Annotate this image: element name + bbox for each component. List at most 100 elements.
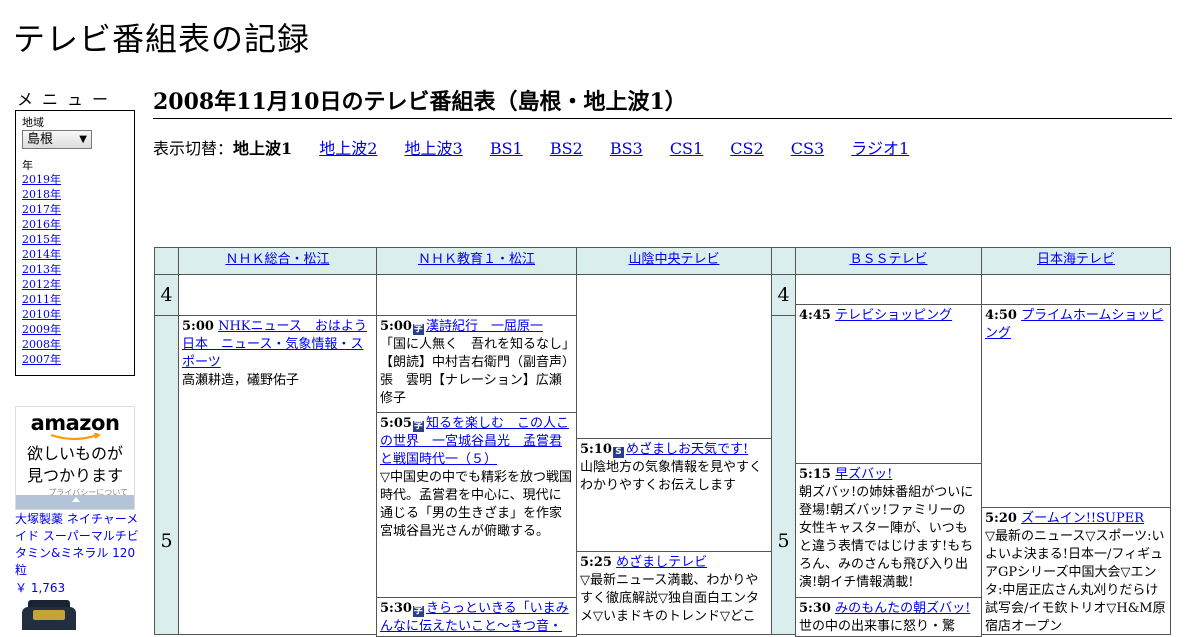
switch-link-bs2[interactable]: BS2 [550,139,583,158]
year-link-2007[interactable]: 2007年 [22,353,61,366]
menu-heading: メニュー [17,90,118,109]
program-title-link[interactable]: ズームイン!!SUPER [1021,511,1144,526]
ad-copy-line2: 見つかります [26,466,123,485]
year-link-2017[interactable]: 2017年 [22,203,61,216]
program-title-link[interactable]: 漢詩紀行 一屈原一 [426,319,543,334]
empty-slot [981,274,1171,305]
program-cell: 5:30 字きらっといきる「いまみんなに伝えたいこと～きつ音・ [376,597,577,637]
amazon-ad-banner[interactable]: amazon 欲しいものが 見つかります プライバシーについて [15,406,135,510]
year-link-2010[interactable]: 2010年 [22,308,61,321]
program-cell: 4:50 プライムホームショッピング [981,304,1171,508]
program-time: 4:50 [985,308,1017,323]
channel-link-nhk1[interactable]: ＮＨＫ総合・松江 [225,252,329,267]
year-link-2014[interactable]: 2014年 [22,248,61,261]
year-link-2018[interactable]: 2018年 [22,188,61,201]
view-switch-bar: 表示切替：地上波1 地上波2 地上波3 BS1 BS2 BS3 CS1 CS2 … [153,135,909,159]
ad-product-link[interactable]: 大塚製薬 ネイチャーメイド スーパーマルチビタミン&ミネラル 120粒 [15,511,145,579]
switch-label: 表示切替： [153,139,234,158]
switch-link-terrestrial3[interactable]: 地上波3 [405,139,463,158]
channel-link-etv[interactable]: ＮＨＫ教育１・松江 [418,252,535,267]
empty-slot [178,274,377,316]
chevron-up-icon [72,497,80,502]
program-cell: 5:25 めざましテレビ ▽最新ニュース満載、わかりやすく徹底解説▽独自面白エン… [576,551,772,635]
program-desc: 山陰地方の気象情報を見やすくわかりやすくお伝えします [580,460,763,493]
site-title: テレビ番組表の記録 [13,20,311,58]
program-cell: 5:10 S めざましお天気です! 山陰地方の気象情報を見やすくわかりやすくお伝えし… [576,438,772,552]
year-label: 年 [22,159,33,172]
program-time: 4:45 [799,308,831,323]
program-desc: 高瀬耕造，礒野佑子 [182,373,300,388]
program-desc: ▽中国史の中でも精彩を放つ戦国時代。孟嘗君を中心に、現代に通じる「男の生きざま」… [380,470,572,539]
program-cell: 5:20 ズームイン!!SUPER ▽最新のニュース▽スポーツ:いよいよ決まる!… [981,507,1171,635]
program-title-link[interactable]: テレビショッピング [835,308,952,323]
program-title-link[interactable]: めざましテレビ [616,555,707,570]
channel-link-tsk[interactable]: 山陰中央テレビ [628,252,719,267]
program-time: 5:30 [799,601,831,616]
hour-cell-5: 5 [154,315,179,635]
channel-header: ＢＳＳテレビ [795,247,982,275]
switch-link-terrestrial2[interactable]: 地上波2 [319,139,377,158]
year-link-2016[interactable]: 2016年 [22,218,61,231]
ad-product-price: ￥ 1,763 [15,581,66,595]
ad-copy: 欲しいものが 見つかります [16,443,134,487]
subtitle-badge-icon: 字 [412,421,424,432]
ad-scroll-bar[interactable] [16,495,134,509]
subtitle-badge-icon: 字 [412,606,424,617]
program-title-link[interactable]: めざましお天気です! [626,442,748,457]
program-time: 5:20 [985,511,1017,526]
year-link-2012[interactable]: 2012年 [22,278,61,291]
switch-current: 地上波1 [233,139,293,158]
switch-link-bs3[interactable]: BS3 [610,139,643,158]
hour-cell-4: 4 [771,274,796,316]
program-time: 5:15 [799,467,831,482]
program-title-link[interactable]: 早ズバッ! [835,467,892,482]
menu-box: 地域 島根 ▼ 年 2019年 2018年 2017年 2016年 2015年 … [15,110,135,376]
program-time: 5:05 [380,416,412,431]
program-desc: 「国に人無く 吾れを知るなし」 【朗読】中村吉右衛門（副音声）張 雲明【ナレーシ… [380,337,576,406]
channel-header: ＮＨＫ総合・松江 [178,247,377,275]
program-desc: 世の中の出来事に怒り・驚 [799,619,956,634]
switch-link-cs3[interactable]: CS3 [791,139,824,158]
program-title-link[interactable]: みのもんたの朝ズバッ! [835,601,970,616]
region-select[interactable]: 島根 ▼ [22,130,92,149]
product-bottle-image[interactable] [22,600,76,630]
program-cell: 4:45 テレビショッピング [795,304,982,464]
switch-link-cs2[interactable]: CS2 [730,139,763,158]
program-cell: 5:00 字漢詩紀行 一屈原一 「国に人無く 吾れを知るなし」 【朗読】中村吉右衛… [376,315,577,413]
year-link-2011[interactable]: 2011年 [22,293,61,306]
program-time: 5:00 [380,319,412,334]
chevron-down-icon: ▼ [79,134,87,145]
switch-link-bs1[interactable]: BS1 [490,139,523,158]
program-time: 5:30 [380,601,412,616]
program-cell: 5:00 NHKニュース おはよう日本 ニュース・気象情報・スポーツ 高瀬耕造，… [178,315,377,635]
bottle-label [33,610,65,620]
region-label: 地域 [22,116,44,129]
year-link-2015[interactable]: 2015年 [22,233,61,246]
hour-cell-5: 5 [771,315,796,635]
channel-link-bss[interactable]: ＢＳＳテレビ [849,252,927,267]
program-cell: 5:15 早ズバッ! 朝ズバッ!の姉妹番組がついに登場!朝ズバッ!ファミリーの女… [795,463,982,598]
empty-slot [576,274,772,439]
channel-link-ntv[interactable]: 日本海テレビ [1037,252,1115,267]
amazon-logo: amazon [30,411,120,435]
program-desc: ▽最新のニュース▽スポーツ:いよいよ決まる!日本一/フィギュアGPシリーズ中国大… [985,529,1166,634]
subtitle-badge-icon: 字 [412,324,424,335]
year-link-2019[interactable]: 2019年 [22,173,61,186]
region-select-value: 島根 [27,132,54,147]
program-desc: ▽最新ニュース満載、わかりやすく徹底解説▽独自面白エンタメ▽いまドキのトレンド▽… [580,573,759,624]
stereo-badge-icon: S [612,447,624,458]
program-time: 5:10 [580,442,612,457]
empty-slot [376,274,577,316]
hour-cell-4: 4 [154,274,179,316]
year-link-2013[interactable]: 2013年 [22,263,61,276]
switch-link-radio1[interactable]: ラジオ1 [851,139,909,158]
year-link-2009[interactable]: 2009年 [22,323,61,336]
year-link-2008[interactable]: 2008年 [22,338,61,351]
corner-cell [771,247,796,275]
empty-slot [795,274,982,305]
switch-link-cs1[interactable]: CS1 [670,139,703,158]
ad-copy-line1: 欲しいものが [26,444,123,463]
channel-header: 山陰中央テレビ [576,247,772,275]
channel-header: ＮＨＫ教育１・松江 [376,247,577,275]
page-title: 2008年11月10日のテレビ番組表（島根・地上波1） [153,84,1172,119]
